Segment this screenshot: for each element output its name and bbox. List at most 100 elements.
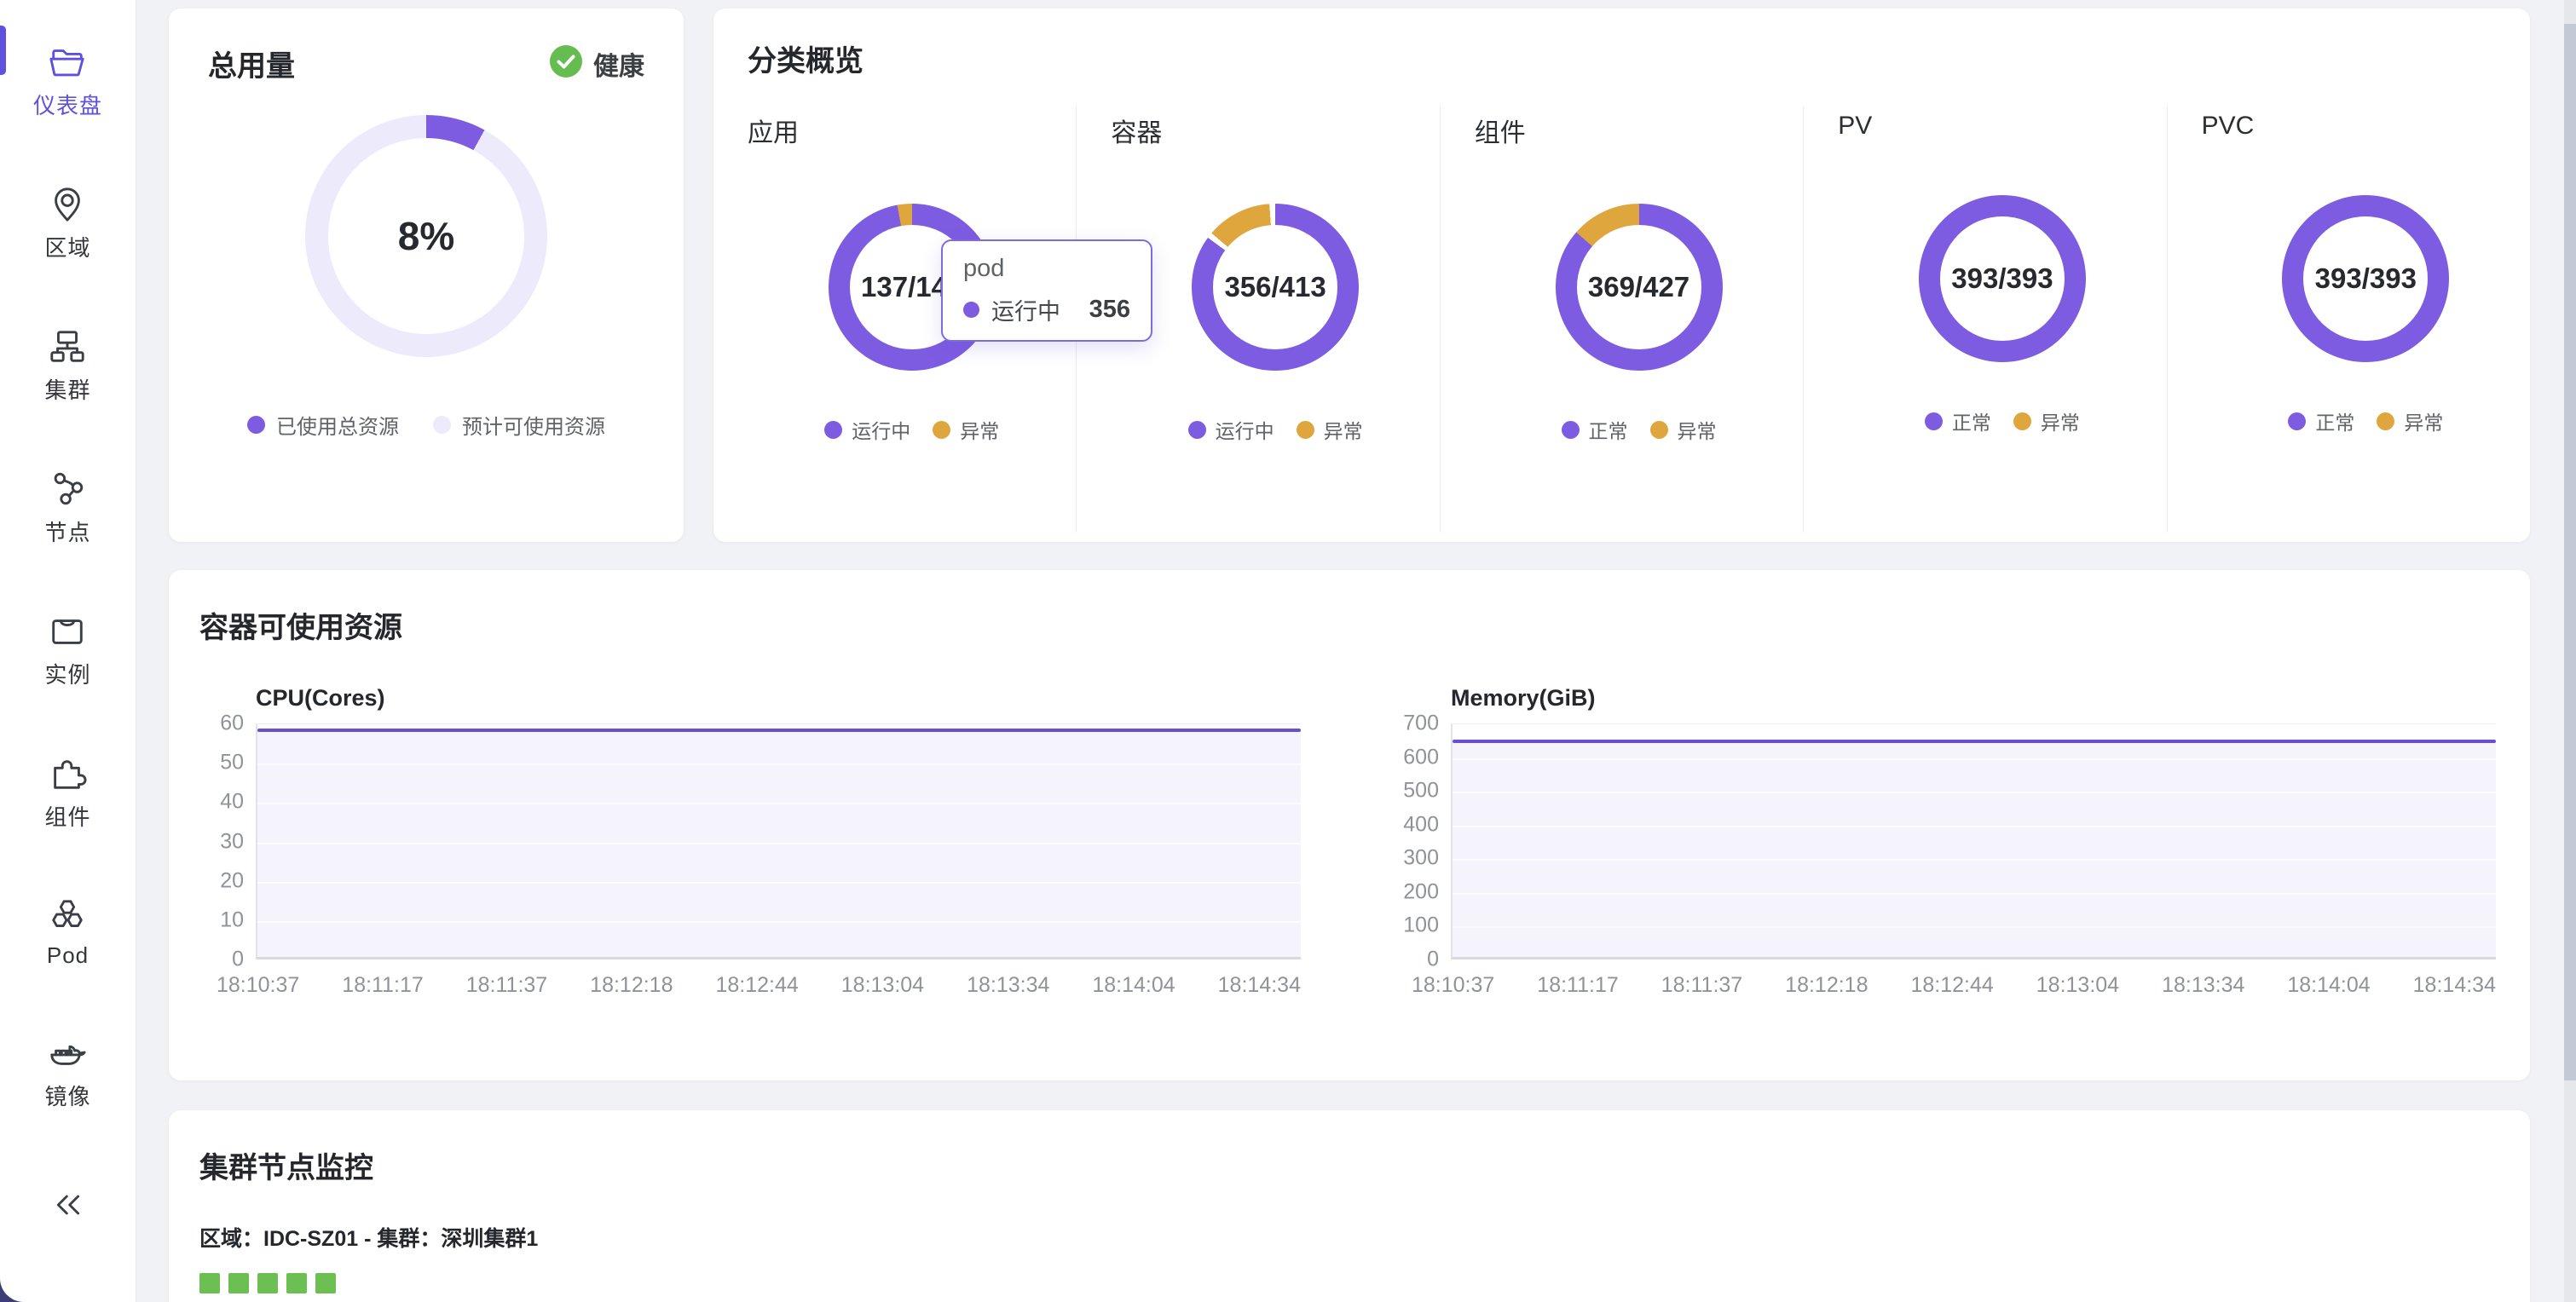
legend-dot bbox=[933, 421, 950, 439]
y-axis: 6050403020100 bbox=[199, 723, 256, 959]
node-status-square[interactable] bbox=[315, 1273, 336, 1293]
category-value: 393/393 bbox=[1951, 262, 2053, 295]
collapse-double-chevron-icon bbox=[49, 1211, 88, 1225]
sidebar: 仪表盘 区域 集群 节点 实例 组件 Pod 镜像 bbox=[0, 0, 136, 1302]
category-donut-chart[interactable]: 393/393 bbox=[1919, 195, 2086, 362]
legend-label: 预计可使用资源 bbox=[462, 410, 605, 440]
category-donut-chart[interactable]: 356/413 bbox=[1192, 204, 1359, 371]
tooltip-series-dot bbox=[963, 302, 979, 318]
active-item-indicator bbox=[0, 26, 6, 75]
page-scrollbar bbox=[2564, 0, 2576, 1302]
sidebar-item-label: Pod bbox=[47, 942, 89, 969]
tooltip-series-value: 356 bbox=[1089, 296, 1130, 324]
chart-label: Memory(GiB) bbox=[1451, 685, 2496, 711]
legend-bad: 异常 bbox=[1650, 415, 1717, 444]
category-column-2: 组件 369/427 正常 异常 bbox=[1440, 107, 1803, 533]
node-status-square[interactable] bbox=[286, 1273, 307, 1293]
x-axis-tick: 18:10:37 bbox=[1412, 973, 1494, 998]
category-label: PV bbox=[1838, 112, 1872, 141]
sidebar-item-5[interactable]: 组件 bbox=[33, 754, 102, 832]
legend-dot bbox=[2377, 412, 2394, 430]
category-value: 369/427 bbox=[1588, 271, 1689, 303]
x-axis-tick: 18:11:17 bbox=[342, 973, 423, 998]
legend-label: 正常 bbox=[1589, 415, 1628, 444]
x-axis-tick: 18:13:04 bbox=[2036, 973, 2119, 998]
gridline bbox=[1453, 859, 2496, 861]
legend-dot bbox=[1650, 421, 1668, 439]
line-plot-area[interactable] bbox=[1451, 723, 2496, 959]
y-axis-tick: 200 bbox=[1403, 879, 1439, 904]
legend-label: 异常 bbox=[2041, 406, 2080, 435]
y-axis-tick: 0 bbox=[232, 948, 244, 972]
tooltip-title: pod bbox=[963, 255, 1130, 283]
node-status-square[interactable] bbox=[199, 1273, 220, 1293]
gridline bbox=[257, 763, 1301, 765]
total-usage-legend-item: 预计可使用资源 bbox=[433, 410, 605, 440]
y-axis-tick: 600 bbox=[1403, 745, 1439, 769]
series-line bbox=[1453, 740, 2496, 743]
legend-bad: 异常 bbox=[2377, 406, 2443, 435]
sidebar-item-label: 节点 bbox=[44, 516, 90, 547]
total-usage-legend-item: 已使用总资源 bbox=[247, 410, 399, 440]
legend-label: 正常 bbox=[1952, 406, 1991, 435]
category-overview-card: 分类概览 应用 137/141 运行中 异常 容器 356/413 运行中 bbox=[713, 9, 2530, 542]
legend-ok: 正常 bbox=[2288, 406, 2354, 435]
total-usage-donut-chart[interactable]: 8% bbox=[305, 115, 547, 357]
x-axis-tick: 18:11:17 bbox=[1537, 973, 1618, 998]
sidebar-item-pod[interactable]: Pod bbox=[33, 896, 102, 969]
y-axis-tick: 20 bbox=[220, 868, 244, 893]
y-axis-tick: 400 bbox=[1403, 812, 1439, 837]
sidebar-item-1[interactable]: 区域 bbox=[33, 185, 102, 262]
legend-dot bbox=[247, 416, 265, 434]
x-axis-tick: 18:13:34 bbox=[967, 973, 1049, 998]
cluster-tree-icon bbox=[48, 327, 87, 366]
legend-bad: 异常 bbox=[933, 415, 999, 444]
category-column-3: PV 393/393 正常 异常 bbox=[1803, 107, 2166, 533]
x-axis-tick: 18:12:18 bbox=[1785, 973, 1868, 998]
category-label: 容器 bbox=[1111, 112, 1162, 149]
y-axis-tick: 0 bbox=[1427, 948, 1439, 972]
y-axis-tick: 700 bbox=[1403, 711, 1439, 736]
category-donut-chart[interactable]: 393/393 bbox=[2282, 195, 2449, 362]
sidebar-item-label: 组件 bbox=[44, 800, 90, 832]
instance-box-icon bbox=[48, 612, 87, 651]
legend-dot bbox=[2013, 412, 2031, 430]
sidebar-item-label: 实例 bbox=[44, 658, 90, 689]
node-status-square[interactable] bbox=[257, 1273, 278, 1293]
category-donut-chart[interactable]: 369/427 bbox=[1556, 204, 1723, 371]
gridline bbox=[257, 803, 1301, 804]
sidebar-item-0[interactable]: 仪表盘 bbox=[33, 43, 102, 120]
sidebar-item-7[interactable]: 镜像 bbox=[33, 1034, 102, 1111]
x-axis-tick: 18:14:34 bbox=[1218, 973, 1301, 998]
pod-hover-tooltip: pod 运行中 356 bbox=[941, 239, 1152, 342]
resource-chart-1: Memory(GiB) 7006005004003002001000 18:10… bbox=[1395, 685, 2496, 998]
dashboard-folder-icon bbox=[48, 43, 87, 82]
line-plot-area[interactable] bbox=[256, 723, 1301, 959]
image-docker-icon bbox=[48, 1034, 87, 1073]
legend-label: 异常 bbox=[1678, 415, 1717, 444]
sidebar-item-label: 镜像 bbox=[44, 1080, 90, 1111]
y-axis-tick: 60 bbox=[220, 711, 244, 736]
legend-label: 运行中 bbox=[852, 415, 910, 444]
cluster-node-monitor-card: 集群节点监控 区域：IDC-SZ01 - 集群：深圳集群1 bbox=[169, 1110, 2530, 1302]
legend-dot bbox=[824, 421, 842, 439]
sidebar-item-4[interactable]: 实例 bbox=[33, 612, 102, 689]
sidebar-collapse-button[interactable] bbox=[49, 1188, 88, 1226]
scrollbar-thumb[interactable] bbox=[2564, 24, 2576, 1080]
sidebar-item-3[interactable]: 节点 bbox=[33, 470, 102, 547]
x-axis-tick: 18:11:37 bbox=[1661, 973, 1742, 998]
y-axis-tick: 10 bbox=[220, 907, 244, 932]
category-column-4: PVC 393/393 正常 异常 bbox=[2167, 107, 2530, 533]
legend-ok: 运行中 bbox=[1188, 415, 1274, 444]
series-line bbox=[257, 729, 1301, 732]
container-resources-title: 容器可使用资源 bbox=[199, 604, 2496, 646]
node-status-square[interactable] bbox=[228, 1273, 249, 1293]
legend-dot bbox=[1297, 421, 1314, 439]
legend-ok: 正常 bbox=[1562, 415, 1628, 444]
x-axis-tick: 18:10:37 bbox=[217, 973, 299, 998]
legend-bad: 异常 bbox=[2013, 406, 2080, 435]
legend-dot bbox=[2288, 412, 2306, 430]
sidebar-item-2[interactable]: 集群 bbox=[33, 327, 102, 405]
legend-dot bbox=[433, 416, 451, 434]
gridline bbox=[257, 882, 1301, 884]
